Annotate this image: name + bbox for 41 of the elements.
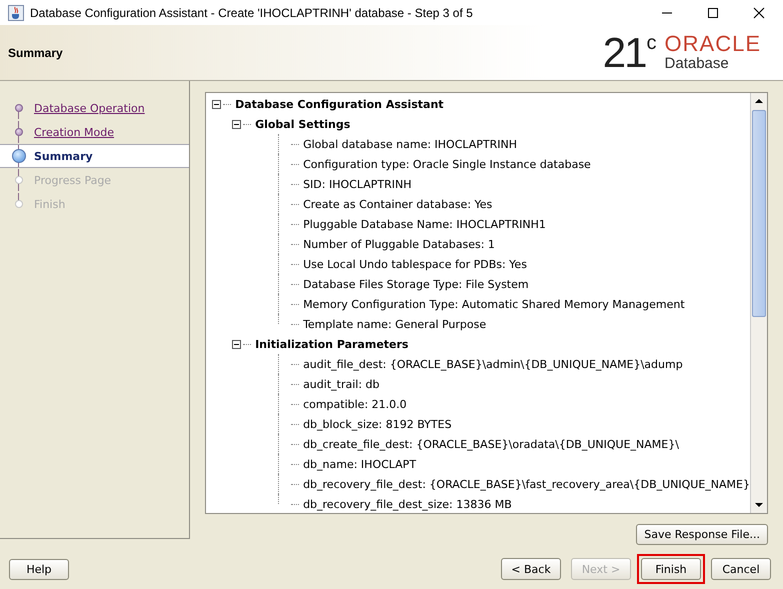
tree-item: db_recovery_file_dest: {ORACLE_BASE}\fast_recovery_area\{DB_UNIQUE_NAME} bbox=[303, 478, 750, 490]
brand-wordmark: ORACLE bbox=[664, 32, 761, 54]
tree-group-label[interactable]: Initialization Parameters bbox=[255, 338, 408, 350]
product-name: Database bbox=[664, 54, 730, 72]
tree-item: db_recovery_file_dest_size: 13836 MB bbox=[303, 498, 512, 510]
version-number: 21 bbox=[602, 32, 646, 72]
wizard-button[interactable]: Cancel bbox=[711, 558, 771, 580]
tree-item: SID: IHOCLAPTRINH bbox=[303, 178, 412, 190]
tree-item: Template name: General Purpose bbox=[303, 318, 486, 330]
tree-item: Global database name: IHOCLAPTRINH bbox=[303, 138, 518, 150]
tree-item: audit_file_dest: {ORACLE_BASE}\admin\{DB_UNIQUE_NAME}\adump bbox=[303, 358, 683, 370]
close-icon[interactable] bbox=[753, 6, 765, 18]
wizard-button[interactable]: Finish bbox=[641, 558, 701, 580]
save-response-file-button[interactable]: Save Response File... bbox=[636, 524, 768, 545]
step-link[interactable]: Creation Mode bbox=[34, 126, 114, 138]
help-button[interactable]: Help bbox=[9, 558, 69, 580]
tree-item: db_name: IHOCLAPT bbox=[303, 458, 416, 470]
java-cup-icon bbox=[8, 4, 24, 20]
collapse-toggle-icon[interactable] bbox=[232, 120, 242, 128]
tree-group-label[interactable]: Database Configuration Assistant bbox=[235, 98, 444, 110]
tree-item: Database Files Storage Type: File System bbox=[303, 278, 529, 290]
window-title: Database Configuration Assistant - Create 'IHOCLAPTRINH' database - Step 3 of 5 bbox=[30, 6, 473, 20]
tree-item: db_create_file_dest: {ORACLE_BASE}\oradata\{DB_UNIQUE_NAME}\ bbox=[303, 438, 679, 450]
tree-item: Memory Configuration Type: Automatic Shared Memory Management bbox=[303, 298, 685, 310]
collapse-toggle-icon[interactable] bbox=[212, 100, 222, 108]
tree-item: Pluggable Database Name: IHOCLAPTRINH1 bbox=[303, 218, 546, 230]
tree-group-label[interactable]: Global Settings bbox=[255, 118, 350, 130]
maximize-icon[interactable] bbox=[707, 6, 719, 18]
version-suffix: c bbox=[646, 32, 657, 52]
vertical-scrollbar[interactable] bbox=[750, 93, 767, 513]
tree-item: Configuration type: Oracle Single Instance database bbox=[303, 158, 591, 170]
tree-item: Number of Pluggable Databases: 1 bbox=[303, 238, 495, 250]
tree-item: db_block_size: 8192 BYTES bbox=[303, 418, 452, 430]
tree-item: audit_trail: db bbox=[303, 378, 380, 390]
tree-item: compatible: 21.0.0 bbox=[303, 398, 407, 410]
collapse-toggle-icon[interactable] bbox=[232, 340, 242, 348]
tree-item: Use Local Undo tablespace for PDBs: Yes bbox=[303, 258, 527, 270]
page-title: Summary bbox=[8, 46, 63, 60]
step-link[interactable]: Database Operation bbox=[34, 102, 145, 114]
wizard-button[interactable]: < Back bbox=[501, 558, 561, 580]
tree-item: Create as Container database: Yes bbox=[303, 198, 492, 210]
